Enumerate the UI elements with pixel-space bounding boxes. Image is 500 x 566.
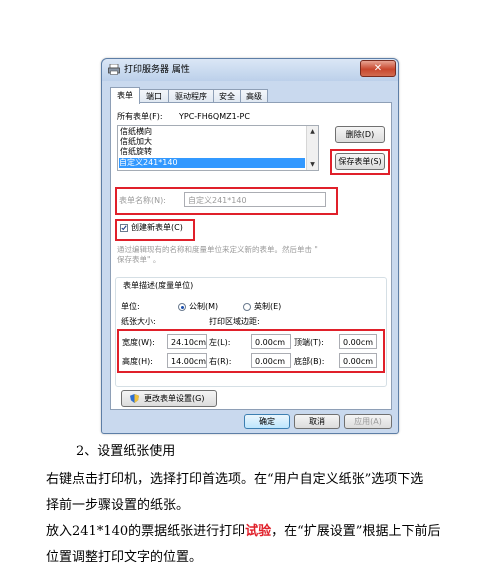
cancel-button[interactable]: 取消 xyxy=(294,414,340,429)
scroll-up-icon[interactable]: ▲ xyxy=(307,126,318,137)
paper-size-label: 纸张大小: xyxy=(121,317,156,326)
left-margin-label: 左(L): xyxy=(209,338,231,347)
print-server-properties-dialog: 打印服务器 属性 ✕ 表单 端口 驱动程序 安全 高级 所有表单(F): YPC… xyxy=(101,58,399,434)
ok-button[interactable]: 确定 xyxy=(244,414,290,429)
shield-icon xyxy=(130,394,139,403)
change-form-settings-button[interactable]: 更改表单设置(G) xyxy=(121,390,217,407)
right-margin-input[interactable]: 0.00cm xyxy=(251,353,291,368)
tab-ports[interactable]: 端口 xyxy=(139,89,169,103)
list-item[interactable]: 信纸旋转 xyxy=(120,147,152,157)
list-item-selected[interactable]: 自定义241*140 xyxy=(119,158,305,168)
line3-part-b: ，在“扩展设置”根据上下前后 xyxy=(271,524,441,539)
dialog-title: 打印服务器 属性 xyxy=(124,65,190,75)
all-forms-label: 所有表单(F): xyxy=(117,112,163,121)
tab-security[interactable]: 安全 xyxy=(213,89,241,103)
metric-label[interactable]: 公制(M) xyxy=(189,302,218,312)
paragraph-line2: 择前一步骤设置的纸张。 xyxy=(46,498,190,513)
title-bar[interactable]: 打印服务器 属性 ✕ xyxy=(102,59,398,81)
form-name-label: 表单名称(N): xyxy=(119,196,166,205)
tab-drivers[interactable]: 驱动程序 xyxy=(168,89,214,103)
hint-text-line1: 通过编辑现有的名称和度量单位来定义新的表单。然后单击 " xyxy=(117,245,318,254)
bottom-margin-label: 底部(B): xyxy=(294,357,325,366)
checkmark-icon xyxy=(121,225,127,231)
bottom-margin-input[interactable]: 0.00cm xyxy=(339,353,377,368)
forms-list[interactable]: 信纸横向 信纸加大 信纸旋转 自定义241*140 ▲ ▼ xyxy=(117,125,319,171)
height-input[interactable]: 14.00cm xyxy=(167,353,207,368)
width-label: 宽度(W): xyxy=(122,338,155,347)
tab-advanced[interactable]: 高级 xyxy=(240,89,268,103)
highlight-text: 试验 xyxy=(245,524,272,539)
top-margin-input[interactable]: 0.00cm xyxy=(339,334,377,349)
unit-label: 单位: xyxy=(121,302,140,311)
scroll-down-icon[interactable]: ▼ xyxy=(307,159,318,170)
list-scrollbar[interactable]: ▲ ▼ xyxy=(306,126,318,170)
paragraph-line3: 放入241*140的票据纸张进行打印试验，在“扩展设置”根据上下前后 xyxy=(46,524,440,540)
english-radio[interactable] xyxy=(243,303,251,311)
margins-label: 打印区域边距: xyxy=(209,317,260,326)
hint-text-line2: 保存表单" 。 xyxy=(117,255,161,264)
metric-radio[interactable] xyxy=(178,303,186,311)
form-name-input[interactable]: 自定义241*140 xyxy=(184,192,326,207)
height-label: 高度(H): xyxy=(122,357,153,366)
create-new-form-checkbox[interactable] xyxy=(120,224,128,232)
create-new-form-label[interactable]: 创建新表单(C) xyxy=(131,223,183,233)
width-input[interactable]: 24.10cm xyxy=(167,334,207,349)
change-form-settings-label: 更改表单设置(G) xyxy=(144,394,205,403)
tab-forms[interactable]: 表单 xyxy=(110,87,140,104)
close-button[interactable]: ✕ xyxy=(360,60,396,77)
top-margin-label: 顶端(T): xyxy=(294,338,324,347)
printer-icon xyxy=(108,64,120,75)
apply-button[interactable]: 应用(A) xyxy=(344,414,392,429)
paragraph-line4: 位置调整打印文字的位置。 xyxy=(46,550,203,565)
forms-tab-panel: 所有表单(F): YPC-FH6QMZ1-PC 信纸横向 信纸加大 信纸旋转 自… xyxy=(110,102,392,410)
right-margin-label: 右(R): xyxy=(209,357,232,366)
english-label[interactable]: 英制(E) xyxy=(254,302,281,312)
server-name: YPC-FH6QMZ1-PC xyxy=(179,112,250,121)
group-title: 表单描述(度量单位) xyxy=(121,281,196,291)
paragraph-line1: 右键点击打印机，选择打印首选项。在“用户自定义纸张”选项下选 xyxy=(46,472,424,487)
delete-button[interactable]: 删除(D) xyxy=(335,126,385,143)
step-heading: 2、设置纸张使用 xyxy=(76,444,176,459)
line3-part-a: 放入241*140的票据纸张进行打印 xyxy=(46,524,246,539)
save-form-button[interactable]: 保存表单(S) xyxy=(335,153,385,170)
list-item[interactable]: 信纸横向 xyxy=(120,127,152,137)
list-item[interactable]: 信纸加大 xyxy=(120,137,152,147)
left-margin-input[interactable]: 0.00cm xyxy=(251,334,291,349)
